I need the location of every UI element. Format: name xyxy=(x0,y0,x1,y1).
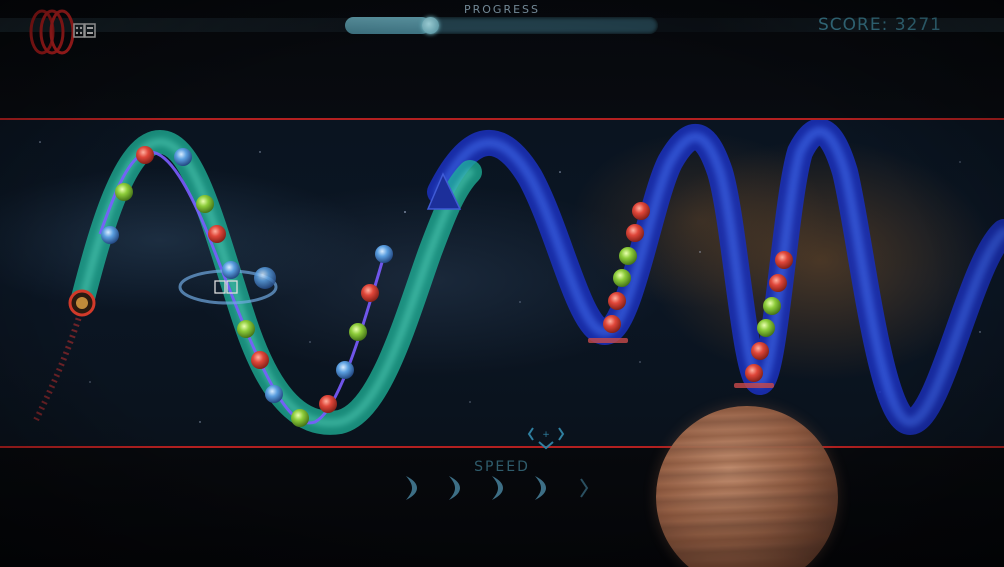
speed-chevron-icon xyxy=(535,476,546,500)
dice-counter-icon xyxy=(73,23,96,38)
progress-label: PROGRESS xyxy=(463,3,541,16)
player-ship-icon[interactable] xyxy=(32,289,96,424)
speed-chevron-icon xyxy=(580,478,589,498)
svg-text:+: + xyxy=(542,430,550,440)
speed-label: SPEED xyxy=(474,459,530,475)
playfield[interactable] xyxy=(0,118,1004,448)
speed-chevron-icon xyxy=(492,476,503,500)
score-display: SCORE: 3271 xyxy=(818,15,942,35)
track-layer xyxy=(32,120,1004,436)
speed-meter[interactable] xyxy=(400,474,600,504)
speed-chevron-icon xyxy=(449,476,460,500)
orb-chain xyxy=(101,146,393,427)
center-marker-icon: + xyxy=(527,427,565,450)
track-blue xyxy=(427,120,1004,436)
progress-knob xyxy=(422,17,439,34)
lives-rings-icon xyxy=(29,9,96,55)
top-hud: PROGRESS SCORE: 3271 xyxy=(0,0,1004,118)
speed-chevron-icon xyxy=(406,476,417,500)
progress-fill xyxy=(345,17,430,34)
game-screen: PROGRESS SCORE: 3271 + SPEED xyxy=(0,0,1004,567)
progress-bar xyxy=(345,17,658,34)
